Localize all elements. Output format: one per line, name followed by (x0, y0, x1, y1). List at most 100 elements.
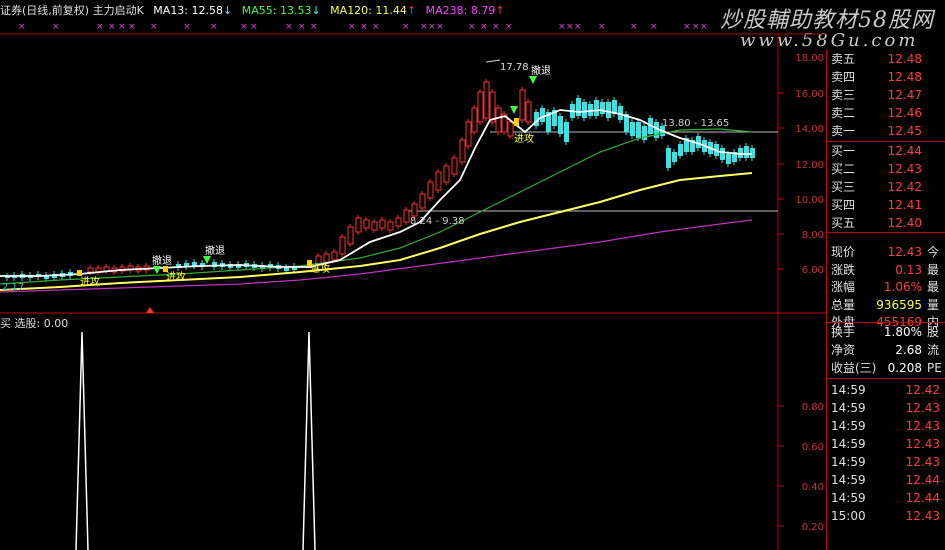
candle-body (558, 116, 563, 134)
signal-mark-icon: × (683, 22, 691, 32)
tick-price: 12.42 (905, 383, 940, 397)
stock-title: 证券(日线,前复权) 主力启动K (0, 4, 144, 17)
kline-chart[interactable]: × × × × × × × × × × × × × × × × × × × × × × × × × × × × × × × × × × 17.78… (0, 22, 826, 550)
candle-body (696, 136, 701, 148)
stat-row: 涨幅 1.06% 最 (827, 278, 945, 296)
low-price-label: 2.17 (2, 282, 24, 293)
candle-body (395, 217, 402, 227)
tick-time: 14:59 (831, 437, 866, 451)
signal-spike (75, 331, 89, 550)
signal-mark-icon: × (692, 22, 700, 32)
attack-marker-icon (77, 270, 82, 276)
bid-value: 12.44 (887, 144, 922, 158)
attack-label-3: 进攻 (166, 270, 186, 283)
candlestick-series (5, 79, 755, 282)
indicator-label: 买 选股: 0.00 (0, 317, 69, 330)
signal-mark-icon: × (700, 22, 708, 32)
tick-time: 14:59 (831, 401, 866, 415)
signal-mark-icon: × (574, 22, 582, 32)
bid-row: 买二 12.43 (827, 160, 945, 178)
indicator-tick: 0.40 (802, 482, 824, 493)
candle-body (483, 81, 490, 119)
candle-body (636, 122, 641, 138)
candle-body (355, 217, 362, 233)
price-tick: 8.00 (802, 230, 824, 241)
bid-label: 买四 (831, 198, 856, 212)
attack-marker-icon (307, 260, 312, 266)
candle-body (582, 102, 587, 118)
stat-extra: 股 (927, 325, 940, 339)
signal-mark-icon: × (150, 22, 158, 32)
signal-mark-icon: × (630, 22, 638, 32)
candle-body (630, 122, 635, 136)
candle-body (471, 107, 478, 133)
ma13-label: MA13: 12.58↓ (153, 4, 233, 17)
retreat-arrow-icon (510, 106, 518, 114)
retreat-arrow-icon (203, 256, 211, 264)
candle-body (495, 107, 502, 133)
tick-row: 15:00 12.43 (827, 507, 945, 525)
price-tick: 16.00 (795, 89, 824, 100)
tick-price: 12.43 (905, 437, 940, 451)
tick-time: 14:59 (831, 419, 866, 433)
bid-label: 买二 (831, 162, 856, 176)
ma55-label: MA55: 13.53↓ (241, 4, 321, 17)
stat-row: 总量 936595 量 (827, 296, 945, 314)
bid-label: 买一 (831, 144, 856, 158)
candle-body (507, 121, 514, 137)
candle-body (519, 89, 526, 121)
bid-row: 买五 12.40 (827, 214, 945, 232)
signal-mark-icon: × (183, 22, 191, 32)
stat-row: 涨跌 0.13 最 (827, 261, 945, 279)
stat-row: 收益(三) 0.208 PE (827, 359, 945, 377)
signal-marks-row: × × × × × × × × × × × × × × × × × × × × × × × × × × × × × × × × × × (18, 22, 708, 32)
quote-panel: 卖五 12.48 卖四 12.48 卖三 12.47 卖二 12.46 卖一 12.45 买一 12… (826, 50, 945, 550)
stat-value: 1.06% (883, 280, 922, 294)
signal-mark-icon: × (18, 22, 26, 32)
tick-time: 14:59 (831, 473, 866, 487)
bid-row: 买三 12.42 (827, 178, 945, 196)
candle-body (564, 122, 569, 142)
candle-body (339, 236, 346, 255)
candle-body (678, 144, 683, 156)
tick-row: 14:59 12.43 (827, 453, 945, 471)
retreat-arrow-icon (153, 266, 161, 274)
signal-mark-icon: × (492, 22, 500, 32)
tick-price: 12.44 (905, 491, 940, 505)
stat-extra: PE (927, 361, 942, 375)
indicator-tick: 0.60 (802, 442, 824, 453)
tick-price: 12.44 (905, 473, 940, 487)
signal-mark-icon: × (436, 22, 444, 32)
ma238-label: MA238: 8.79↑ (425, 4, 505, 17)
ask-row: 卖一 12.45 (827, 122, 945, 140)
candle-body (465, 121, 472, 147)
candle-body (459, 139, 466, 163)
signal-mark-icon: × (298, 22, 306, 32)
bid-label: 买三 (831, 180, 856, 194)
tick-time: 14:59 (831, 383, 866, 397)
signal-mark-icon: × (468, 22, 476, 32)
ask-label: 卖四 (831, 70, 856, 84)
candle-body (666, 148, 671, 168)
candle-body (427, 181, 434, 199)
ask-row: 卖二 12.46 (827, 104, 945, 122)
ask-row: 卖五 12.48 (827, 50, 945, 68)
price-tick-partial: 18.00 (795, 53, 824, 64)
stat-label: 换手 (831, 325, 856, 339)
tick-price: 12.43 (905, 401, 940, 415)
stat-value: 0.13 (895, 262, 922, 277)
candle-body (371, 221, 378, 231)
candle-body (379, 219, 386, 229)
stat-label: 涨幅 (831, 280, 856, 294)
candle-body (451, 157, 458, 175)
stat-label: 总量 (831, 297, 856, 312)
signal-mark-icon: × (428, 22, 436, 32)
signal-mark-icon: × (480, 22, 488, 32)
tick-row: 14:59 12.44 (827, 471, 945, 489)
signal-mark-icon: × (128, 22, 136, 32)
bid-label: 买五 (831, 216, 856, 230)
candle-body (387, 221, 394, 231)
signal-mark-icon: × (348, 22, 356, 32)
candle-body (600, 102, 605, 114)
retreat-label-3: 撤退 (205, 244, 225, 257)
